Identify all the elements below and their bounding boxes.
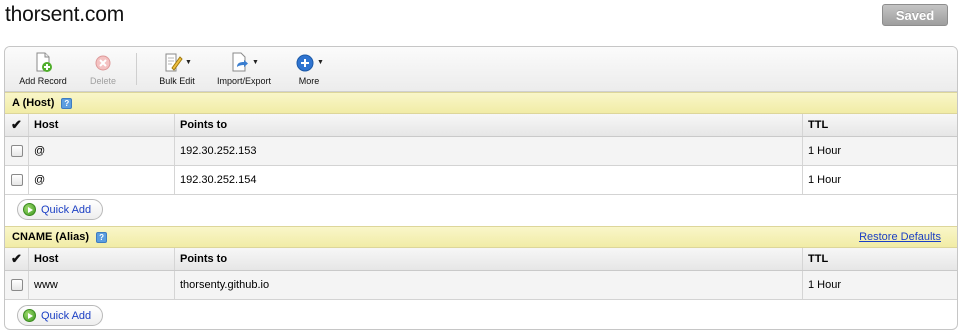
section-title: CNAME (Alias) [12, 231, 90, 243]
points-to-cell[interactable]: 192.30.252.153 [175, 137, 803, 165]
quick-add-button[interactable]: Quick Add [17, 199, 103, 220]
chevron-down-icon: ▼ [252, 58, 259, 66]
a-host-section-header: A (Host) ? [5, 92, 957, 114]
column-header-ttl: TTL [808, 253, 829, 265]
column-header-points-to: Points to [175, 114, 803, 136]
row-checkbox[interactable] [10, 145, 23, 157]
chevron-down-icon: ▼ [317, 58, 324, 66]
delete-label: Delete [89, 76, 116, 86]
toolbar-divider [136, 53, 137, 85]
quick-add-label: Quick Add [41, 203, 92, 216]
checkmark-icon: ✔ [11, 251, 22, 266]
row-checkbox[interactable] [10, 174, 23, 186]
cname-table-header: ✔ Host Points to TTL [5, 248, 957, 271]
more-button[interactable]: ▼ More [292, 51, 326, 89]
column-header-ttl: TTL [808, 119, 829, 131]
points-to-cell[interactable]: thorsenty.github.io [175, 271, 803, 299]
host-cell[interactable]: @ [29, 137, 175, 165]
table-row[interactable]: www thorsenty.github.io 1 Hour [5, 271, 957, 300]
toolbar: Add Record Delete ▼ Bulk Edit ▼ Import/E… [5, 47, 957, 92]
dns-records-panel: Add Record Delete ▼ Bulk Edit ▼ Import/E… [4, 46, 958, 330]
bulk-edit-icon: ▼ [162, 51, 192, 73]
help-icon[interactable]: ? [61, 97, 73, 109]
host-cell[interactable]: @ [29, 166, 175, 194]
play-icon [23, 203, 36, 216]
more-icon: ▼ [294, 51, 324, 73]
select-all-checkbox[interactable]: ✔ [5, 248, 29, 270]
table-row[interactable]: @ 192.30.252.153 1 Hour [5, 137, 957, 166]
checkmark-icon: ✔ [11, 117, 22, 132]
more-label: More [298, 76, 320, 86]
add-record-label: Add Record [19, 76, 67, 86]
play-icon [23, 309, 36, 322]
add-record-button[interactable]: Add Record [15, 51, 71, 89]
ttl-cell[interactable]: 1 Hour [803, 271, 957, 299]
restore-defaults-link[interactable]: Restore Defaults [859, 231, 941, 243]
row-checkbox[interactable] [10, 279, 23, 291]
quick-add-label: Quick Add [41, 309, 92, 322]
points-to-cell[interactable]: 192.30.252.154 [175, 166, 803, 194]
bulk-edit-label: Bulk Edit [159, 76, 195, 86]
select-all-checkbox[interactable]: ✔ [5, 114, 29, 136]
cname-section-header: CNAME (Alias) ? Restore Defaults [5, 226, 957, 248]
bulk-edit-button[interactable]: ▼ Bulk Edit [155, 51, 199, 89]
add-record-icon [32, 51, 54, 73]
column-header-points-to: Points to [175, 248, 803, 270]
domain-title: thorsent.com [5, 3, 124, 26]
import-export-button[interactable]: ▼ Import/Export [214, 51, 274, 89]
import-export-icon: ▼ [229, 51, 259, 73]
help-icon[interactable]: ? [96, 231, 108, 243]
chevron-down-icon: ▼ [185, 58, 192, 66]
ttl-cell[interactable]: 1 Hour [803, 166, 957, 194]
ttl-cell[interactable]: 1 Hour [803, 137, 957, 165]
import-export-label: Import/Export [216, 76, 272, 86]
table-row[interactable]: @ 192.30.252.154 1 Hour [5, 166, 957, 195]
a-table-header: ✔ Host Points to TTL [5, 114, 957, 137]
delete-button[interactable]: Delete [85, 51, 121, 89]
delete-icon [92, 51, 114, 73]
column-header-host: Host [29, 114, 175, 136]
saved-button[interactable]: Saved [882, 4, 948, 26]
quick-add-button[interactable]: Quick Add [17, 305, 103, 326]
host-cell[interactable]: www [29, 271, 175, 299]
column-header-host: Host [29, 248, 175, 270]
section-title: A (Host) [12, 97, 55, 109]
